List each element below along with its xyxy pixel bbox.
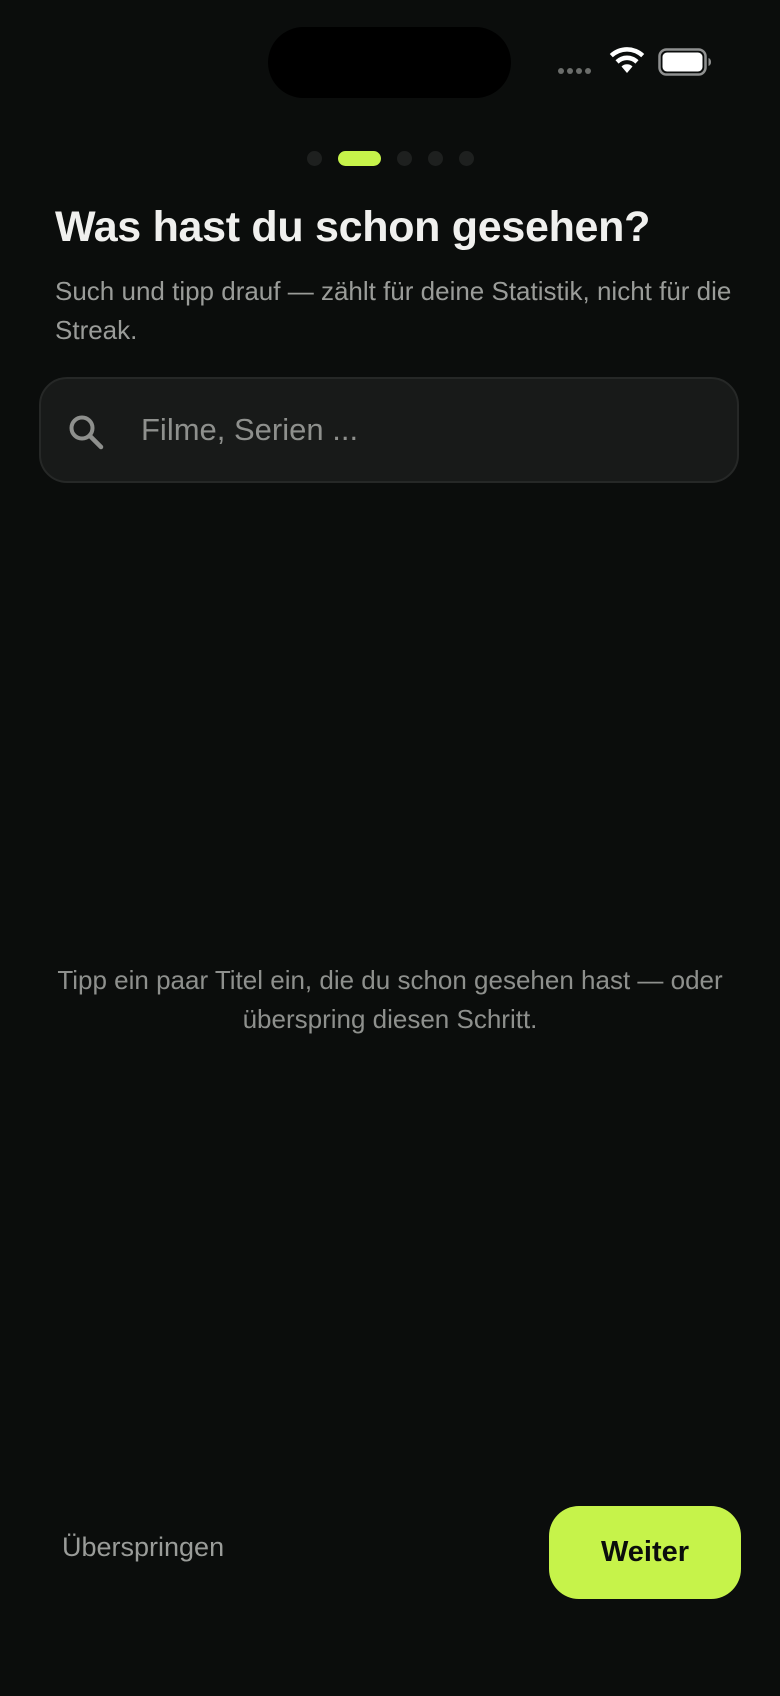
- battery-icon: [658, 48, 711, 76]
- cellular-signal-icon: [558, 68, 591, 74]
- search-icon: [69, 415, 104, 450]
- page-title: Was hast du schon gesehen?: [55, 203, 651, 251]
- wifi-icon: [609, 47, 645, 73]
- page-subtitle: Such und tipp drauf — zählt für deine St…: [55, 276, 732, 345]
- skip-button[interactable]: Überspringen: [62, 1532, 224, 1563]
- search-field[interactable]: [39, 377, 739, 483]
- step-dot-5: [458, 151, 474, 166]
- dynamic-island: [268, 27, 511, 98]
- search-input[interactable]: [141, 399, 711, 461]
- next-button[interactable]: Weiter: [549, 1506, 741, 1599]
- empty-state-hint: Tipp ein paar Titel ein, die du schon ge…: [57, 965, 723, 1034]
- step-dot-1: [306, 151, 322, 166]
- step-dot-2-active: [337, 151, 381, 166]
- step-dot-4: [427, 151, 443, 166]
- step-dot-3: [396, 151, 412, 166]
- onboarding-step-indicator: [0, 151, 780, 166]
